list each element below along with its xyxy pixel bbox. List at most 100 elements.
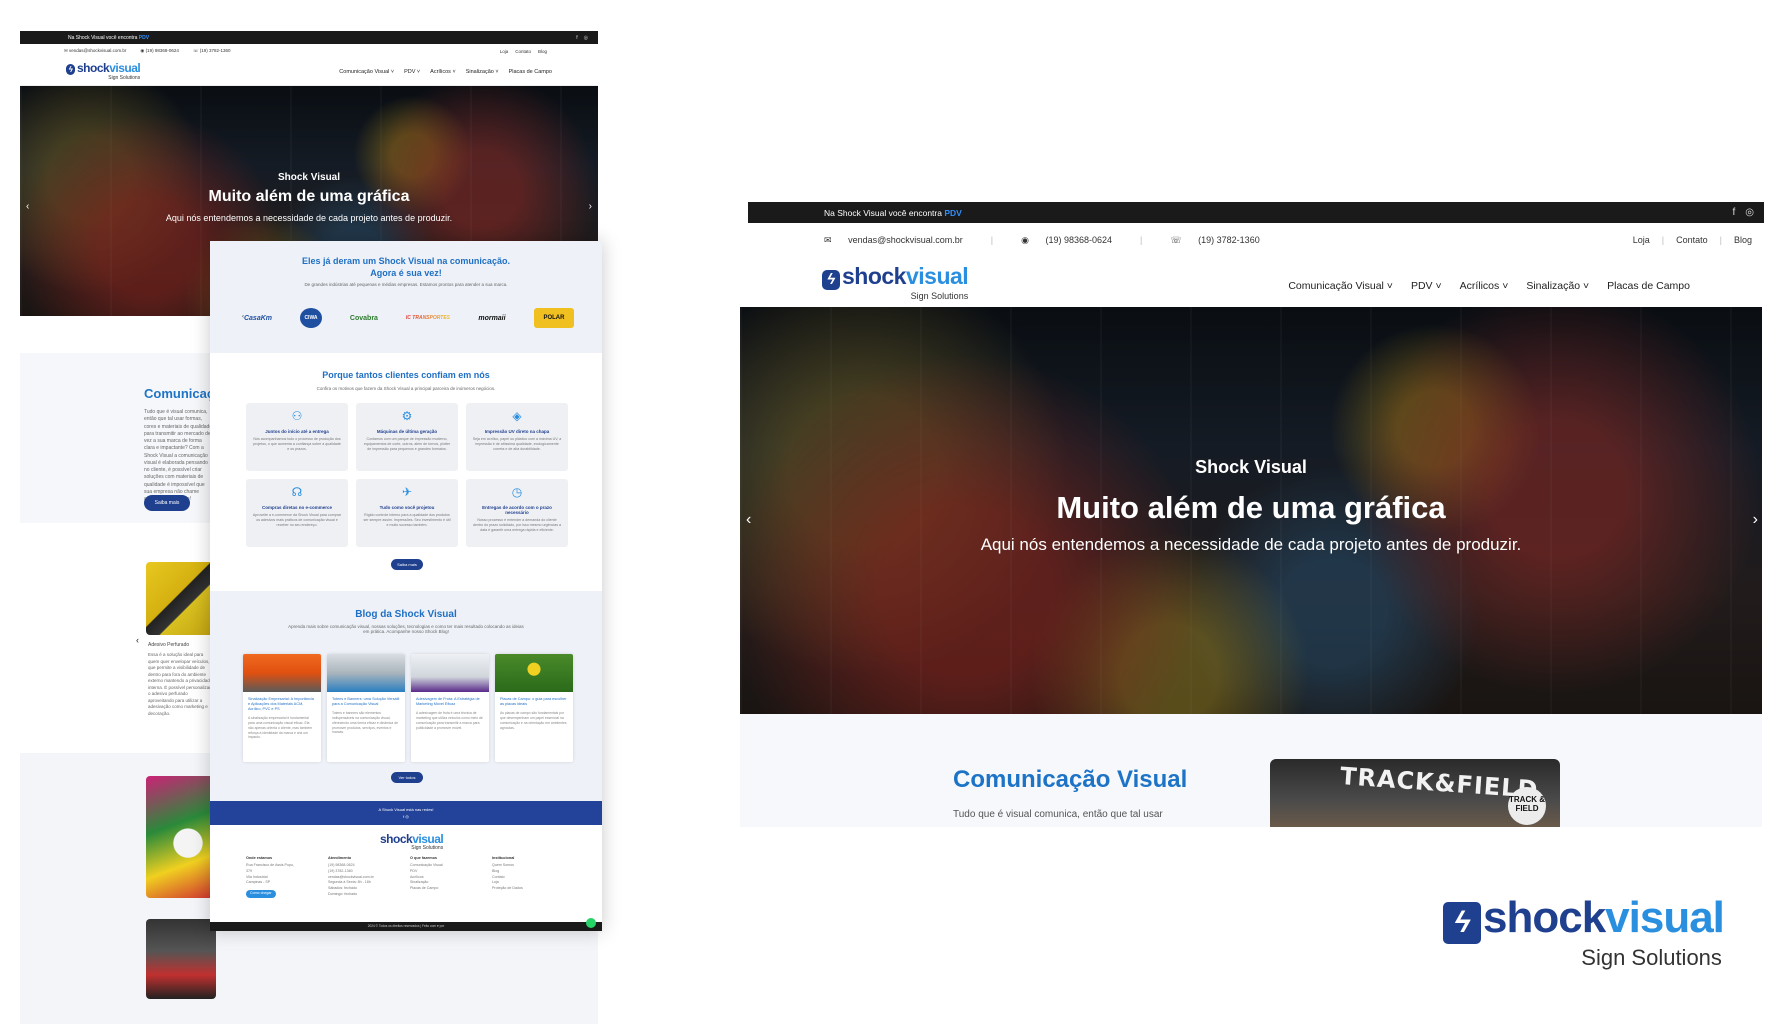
nav-comunicacao-visual[interactable]: Comunicação Visual ˅ (1288, 280, 1393, 292)
contact-info: ✉ vendas@shockvisual.com.br | ◉ (19) 983… (824, 235, 1288, 246)
link-contato[interactable]: Contato (1676, 235, 1708, 245)
instagram-icon[interactable]: ◎ (405, 814, 409, 819)
why-us-section: Porque tantos clientes confiam em nós Co… (210, 353, 602, 591)
slider-next-icon[interactable]: › (589, 201, 592, 212)
nav-placas-de-campo[interactable]: Placas de Campo (1607, 280, 1690, 292)
card-text: Seja em acrílico, papel ou plástico com … (472, 437, 562, 452)
card-text: Nós acompanhamos todo o processo de prod… (253, 437, 341, 452)
carousel-prev-icon[interactable]: ‹ (136, 635, 139, 645)
brand-word-a: shock (1483, 893, 1606, 942)
link-blog[interactable]: Blog (538, 49, 547, 54)
chevron-down-icon: ˅ (1386, 280, 1393, 292)
facebook-icon[interactable]: f (576, 35, 577, 41)
saiba-mais-button[interactable]: Saiba mais (144, 495, 190, 511)
post-text: Totens e banners são elementos indispens… (332, 711, 398, 735)
blog-section: Blog da Shock Visual Aprenda mais sobre … (210, 591, 602, 801)
blog-posts: Sinalização Empresarial: A Importância e… (243, 654, 573, 762)
announcement-highlight[interactable]: PDV (944, 208, 961, 218)
band-social-icons: f ◎ (210, 814, 602, 819)
comunicacao-section: Comunicação Visual Tudo que é visual com… (740, 714, 1762, 827)
card-title: Tudo como você projetou (379, 505, 435, 510)
nav-placas-de-campo[interactable]: Placas de Campo (509, 69, 552, 75)
slider-prev-icon[interactable]: ‹ (26, 201, 29, 212)
social-band: A Shock Visual está nas redes! f ◎ (210, 801, 602, 825)
logo-word-a: shock (842, 263, 906, 289)
blog-post-card[interactable]: Placas de Campo: o guia para escolher as… (495, 654, 573, 762)
slider-next-icon[interactable]: › (1753, 511, 1758, 529)
email-link[interactable]: ✉ vendas@shockvisual.com.br (64, 48, 133, 54)
link-loja[interactable]: Loja (500, 49, 509, 54)
why-saiba-mais-button[interactable]: Saiba mais (391, 559, 423, 570)
footer-link[interactable]: Placas de Campo (410, 886, 462, 892)
nav-comunicacao-visual[interactable]: Comunicação Visual ˅ (339, 69, 394, 75)
feature-card: ⚙ Máquinas de última geração Contamos com … (356, 403, 458, 471)
blog-post-card[interactable]: Totens e Banners: uma Solução Versátil p… (327, 654, 405, 762)
nav-pdv[interactable]: PDV ˅ (1411, 280, 1442, 292)
phone-link[interactable]: ☏ (19) 3782-1360 (193, 48, 238, 54)
divider: | (1661, 235, 1665, 245)
nav-acrilicos[interactable]: Acrílicos ˅ (430, 69, 456, 75)
email-link[interactable]: ✉ vendas@shockvisual.com.br (824, 235, 977, 246)
nav-sinalizacao[interactable]: Sinalização ˅ (1526, 280, 1589, 292)
social-band-text: A Shock Visual está nas redes! (378, 807, 434, 812)
divider: | (990, 235, 994, 245)
footer-line: Rua Francisco de Assis Pupo, 379 (246, 863, 294, 873)
announcement-prefix: Na Shock Visual você encontra (68, 34, 138, 41)
chevron-down-icon: ˅ (1502, 280, 1509, 292)
footer-col-head: Atendimento (328, 856, 352, 860)
link-loja[interactable]: Loja (1633, 235, 1650, 245)
footer-col-services: O que fazemos Comunicação Visual PDV Acr… (410, 855, 462, 898)
footer-line: Domingo: fechado (328, 891, 358, 896)
logo-word-b: visual (905, 263, 969, 289)
contact-bar: ✉ vendas@shockvisual.com.br | ◉ (19) 983… (746, 223, 1766, 257)
instagram-icon[interactable]: ◎ (1745, 207, 1754, 218)
blog-post-card[interactable]: Adesivagem de Frota: A Estratégia de Mar… (411, 654, 489, 762)
copyright-text: 2024 © Todos os direitos reservados | Fe… (367, 924, 445, 928)
main-nav: Comunicação Visual ˅ PDV ˅ Acrílicos ˅ S… (1288, 280, 1690, 292)
link-blog[interactable]: Blog (1734, 235, 1752, 245)
nav-sinalizacao[interactable]: Sinalização ˅ (466, 69, 499, 75)
post-title: Sinalização Empresarial: A Importância e… (248, 697, 314, 712)
whatsapp-link[interactable]: ◉ (19) 98368-0624 (140, 48, 185, 54)
feature-card: ◈ Impressão UV direto na chapa Seja em acr… (466, 403, 568, 471)
brand-tagline: Sign Solutions (1581, 945, 1722, 970)
storefront-image: TRACK&FIELD TRACK & FIELD (1270, 759, 1560, 827)
announcement-highlight[interactable]: PDV (139, 35, 149, 41)
section-title: Comunicação Visual (953, 766, 1188, 793)
nav-label: Acrílicos (430, 68, 451, 75)
footer-logo[interactable]: shockvisual Sign Solutions (380, 832, 444, 851)
nav-label: PDV (404, 68, 416, 75)
contact-info: ✉ vendas@shockvisual.com.br ◉ (19) 98368… (64, 48, 245, 54)
divider: | (1140, 235, 1143, 245)
section-text: Tudo que é visual comunica, então que ta… (953, 809, 1163, 820)
portfolio-composite: Na Shock Visual você encontra PDV f ◎ ✉ … (0, 0, 1786, 1024)
footer-link[interactable]: Proteção de Dados (492, 886, 544, 892)
ver-todos-button[interactable]: Ver todos (391, 772, 423, 783)
site-logo[interactable]: ϟ shockvisual Sign Solutions (66, 62, 141, 81)
phone-icon: ☏ (1170, 234, 1182, 245)
brand-logo-word: ϟ shockvisual (1443, 893, 1725, 944)
logo-word-b: visual (412, 832, 444, 846)
whatsapp-float-icon[interactable] (586, 918, 596, 928)
link-contato[interactable]: Contato (515, 49, 531, 54)
blog-post-card[interactable]: Sinalização Empresarial: A Importância e… (243, 654, 321, 762)
post-image (243, 654, 321, 692)
como-chegar-button[interactable]: Como chegar (246, 890, 276, 898)
instagram-icon[interactable]: ◎ (584, 35, 588, 41)
clients-section: Eles já deram um Shock Visual na comunic… (210, 241, 602, 353)
whatsapp-link[interactable]: ◉ (19) 98368-0624 (1021, 235, 1126, 246)
site-logo[interactable]: ϟ shockvisual Sign Solutions (822, 263, 969, 301)
whatsapp-text: (19) 98368-0624 (145, 48, 179, 53)
copyright-bar: 2024 © Todos os direitos reservados | Fe… (210, 922, 602, 931)
nav-acrilicos[interactable]: Acrílicos ˅ (1460, 280, 1509, 292)
facebook-icon[interactable]: f (1732, 207, 1735, 218)
brand-logo: ϟ shockvisual Sign Solutions (1443, 893, 1725, 970)
announcement-text: Na Shock Visual você encontra PDV (824, 208, 962, 218)
phone-link[interactable]: ☏ (19) 3782-1360 (1170, 235, 1273, 246)
utility-links: Loja Contato Blog (500, 49, 554, 54)
utility-links: Loja | Contato | Blog (1621, 235, 1752, 245)
brand-word-b: visual (1605, 893, 1725, 942)
nav-pdv[interactable]: PDV ˅ (404, 69, 420, 75)
logo-word: ϟ shockvisual (66, 62, 141, 75)
slider-prev-icon[interactable]: ‹ (746, 511, 751, 529)
